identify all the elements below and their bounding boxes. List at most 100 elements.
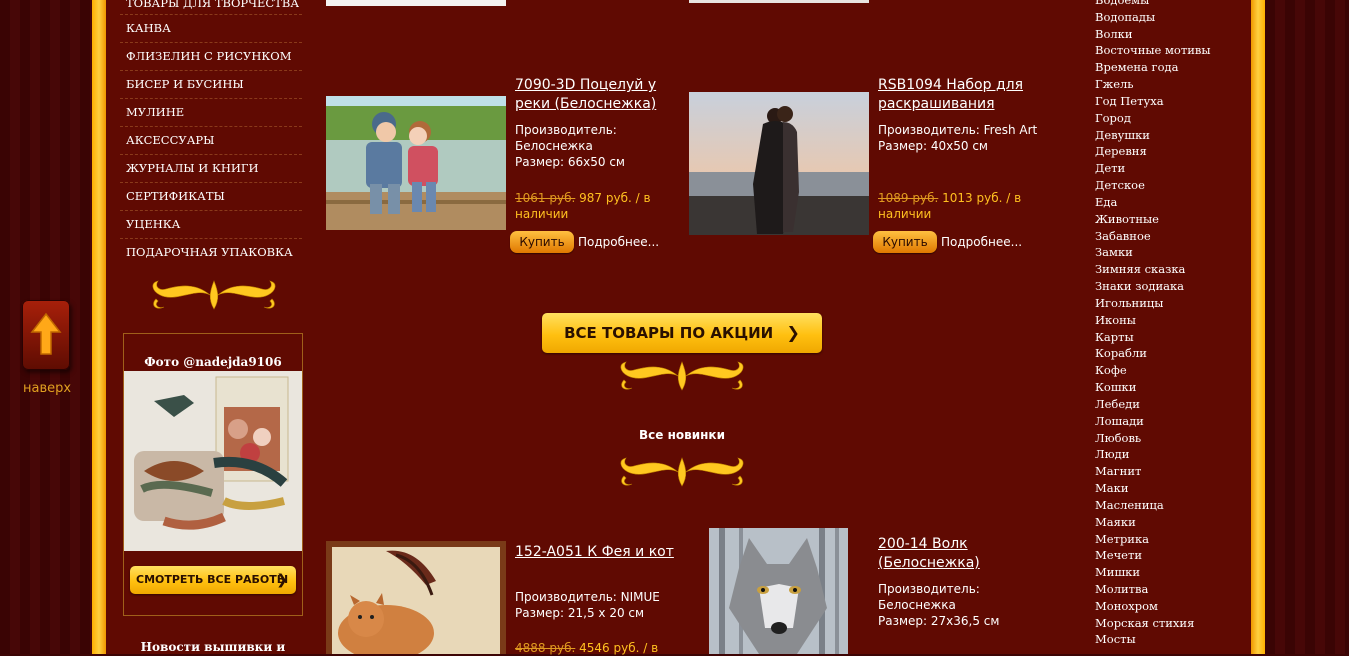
category-link[interactable]: Маяки bbox=[1095, 514, 1211, 531]
category-link[interactable]: Знаки зодиака bbox=[1095, 278, 1211, 295]
category-link[interactable]: Масленица bbox=[1095, 497, 1211, 514]
category-link[interactable]: Деревня bbox=[1095, 143, 1211, 160]
more-link[interactable]: Подробнее... bbox=[578, 231, 659, 253]
chevron-right-icon: ❯ bbox=[276, 572, 288, 588]
product-image[interactable] bbox=[326, 96, 506, 230]
view-all-works-button[interactable]: СМОТРЕТЬ ВСЕ РАБОТЫ ❯ bbox=[130, 566, 296, 594]
new-products-title[interactable]: Все новинки bbox=[580, 428, 784, 442]
category-link[interactable]: Морская стихия bbox=[1095, 615, 1211, 632]
product-size: Размер: 40х50 см bbox=[878, 139, 988, 153]
product-size: Размер: 21,5 х 20 см bbox=[515, 606, 645, 620]
category-link[interactable]: Мосты bbox=[1095, 631, 1211, 648]
category-link[interactable]: Волки bbox=[1095, 26, 1211, 43]
current-price: 4546 руб. / в bbox=[579, 641, 659, 655]
product-maker: Производитель: Белоснежка bbox=[878, 582, 980, 612]
all-sale-products-button[interactable]: ВСЕ ТОВАРЫ ПО АКЦИИ ❯ bbox=[542, 313, 822, 353]
category-link[interactable]: Детское bbox=[1095, 177, 1211, 194]
menu-item[interactable]: ТОВАРЫ ДЛЯ ТВОРЧЕСТВА bbox=[120, 0, 302, 15]
category-link[interactable]: Дети bbox=[1095, 160, 1211, 177]
category-menu: ТОВАРЫ ДЛЯ ТВОРЧЕСТВА КАНВА ФЛИЗЕЛИН С Р… bbox=[120, 0, 302, 266]
category-link[interactable]: Город bbox=[1095, 110, 1211, 127]
menu-item[interactable]: КАНВА bbox=[120, 15, 302, 43]
news-section-title: Новости вышивки и bbox=[140, 640, 286, 654]
product-info: Производитель: NIMUE Размер: 21,5 х 20 с… bbox=[515, 589, 675, 621]
category-link[interactable]: Забавное bbox=[1095, 228, 1211, 245]
category-link[interactable]: Иконы bbox=[1095, 312, 1211, 329]
category-link[interactable]: Маки bbox=[1095, 480, 1211, 497]
photo-widget-title: Фото @nadejda9106 bbox=[144, 355, 282, 369]
right-background bbox=[1265, 0, 1349, 654]
product-image[interactable] bbox=[689, 92, 869, 235]
category-link[interactable]: Еда bbox=[1095, 194, 1211, 211]
category-link[interactable]: Гжель bbox=[1095, 76, 1211, 93]
product-image[interactable] bbox=[709, 528, 848, 654]
product-title-link[interactable]: 200-14 Волк (Белоснежка) bbox=[878, 535, 1028, 573]
chevron-right-icon: ❯ bbox=[786, 323, 800, 342]
ornament-divider bbox=[620, 457, 744, 487]
category-link[interactable]: Любовь bbox=[1095, 430, 1211, 447]
product-maker: Производитель: NIMUE bbox=[515, 590, 660, 604]
category-link[interactable]: Магнит bbox=[1095, 463, 1211, 480]
menu-item[interactable]: МУЛИНЕ bbox=[120, 99, 302, 127]
ornament-divider bbox=[620, 361, 744, 391]
old-price: 4888 руб. bbox=[515, 641, 576, 655]
product-image[interactable] bbox=[326, 541, 506, 654]
category-link[interactable]: Девушки bbox=[1095, 127, 1211, 144]
product-image-cut[interactable] bbox=[689, 0, 869, 3]
menu-item[interactable]: СЕРТИФИКАТЫ bbox=[120, 183, 302, 211]
menu-item[interactable]: ФЛИЗЕЛИН С РИСУНКОМ bbox=[120, 43, 302, 71]
category-link[interactable]: Зимняя сказка bbox=[1095, 261, 1211, 278]
product-price: 1061 руб. 987 руб. / в наличии bbox=[515, 190, 675, 222]
product-image-cut[interactable] bbox=[326, 0, 506, 6]
product-title-link[interactable]: 152-A051 К Фея и кот bbox=[515, 543, 675, 562]
old-price: 1089 руб. bbox=[878, 191, 939, 205]
category-link[interactable]: Корабли bbox=[1095, 345, 1211, 362]
menu-item[interactable]: ПОДАРОЧНАЯ УПАКОВКА bbox=[120, 239, 302, 266]
category-link[interactable]: Замки bbox=[1095, 244, 1211, 261]
photo-widget: Фото @nadejda9106 СМОТРЕТЬ ВСЕ РАБОТЫ ❯ bbox=[123, 333, 303, 616]
left-frame bbox=[92, 0, 106, 654]
category-link[interactable]: Водопады bbox=[1095, 9, 1211, 26]
category-link[interactable]: Восточные мотивы bbox=[1095, 42, 1211, 59]
product-info: Производитель: Белоснежка Размер: 66х50 … bbox=[515, 122, 665, 170]
menu-item[interactable]: ЖУРНАЛЫ И КНИГИ bbox=[120, 155, 302, 183]
ornament-divider bbox=[152, 280, 276, 310]
category-link[interactable]: Монохром bbox=[1095, 598, 1211, 615]
product-title-link[interactable]: 7090-3D Поцелуй у реки (Белоснежка) bbox=[515, 76, 675, 114]
category-link[interactable]: Кошки bbox=[1095, 379, 1211, 396]
buy-button[interactable]: Купить bbox=[873, 231, 937, 253]
scroll-top-button[interactable] bbox=[22, 300, 70, 370]
product-price: 1089 руб. 1013 руб. / в наличии bbox=[878, 190, 1038, 222]
category-link[interactable]: Год Петуха bbox=[1095, 93, 1211, 110]
category-link[interactable]: Кофе bbox=[1095, 362, 1211, 379]
category-link[interactable]: Времена года bbox=[1095, 59, 1211, 76]
product-info: Производитель: Белоснежка Размер: 27х36,… bbox=[878, 581, 1038, 629]
old-price: 1061 руб. bbox=[515, 191, 576, 205]
category-link[interactable]: Мечети bbox=[1095, 547, 1211, 564]
right-frame bbox=[1251, 0, 1265, 654]
theme-category-list: Водоемы Водопады Волки Восточные мотивы … bbox=[1095, 0, 1211, 648]
menu-item[interactable]: БИСЕР И БУСИНЫ bbox=[120, 71, 302, 99]
menu-item[interactable]: УЦЕНКА bbox=[120, 211, 302, 239]
product-size: Размер: 66х50 см bbox=[515, 155, 625, 169]
category-link[interactable]: Водоемы bbox=[1095, 0, 1211, 9]
category-link[interactable]: Игольницы bbox=[1095, 295, 1211, 312]
buy-button[interactable]: Купить bbox=[510, 231, 574, 253]
category-link[interactable]: Молитва bbox=[1095, 581, 1211, 598]
category-link[interactable]: Животные bbox=[1095, 211, 1211, 228]
product-maker: Производитель: Белоснежка bbox=[515, 123, 617, 153]
category-link[interactable]: Метрика bbox=[1095, 531, 1211, 548]
scroll-top-label[interactable]: наверх bbox=[23, 381, 71, 396]
category-link[interactable]: Карты bbox=[1095, 329, 1211, 346]
category-link[interactable]: Люди bbox=[1095, 446, 1211, 463]
product-info: Производитель: Fresh Art Размер: 40х50 с… bbox=[878, 122, 1038, 154]
category-link[interactable]: Лошади bbox=[1095, 413, 1211, 430]
menu-item[interactable]: АКСЕССУАРЫ bbox=[120, 127, 302, 155]
category-link[interactable]: Лебеди bbox=[1095, 396, 1211, 413]
category-link[interactable]: Мишки bbox=[1095, 564, 1211, 581]
product-maker: Производитель: Fresh Art bbox=[878, 123, 1038, 137]
product-size: Размер: 27х36,5 см bbox=[878, 614, 1000, 628]
customer-photo[interactable] bbox=[124, 371, 302, 551]
more-link[interactable]: Подробнее... bbox=[941, 231, 1022, 253]
product-title-link[interactable]: RSB1094 Набор для раскрашивания bbox=[878, 76, 1048, 114]
